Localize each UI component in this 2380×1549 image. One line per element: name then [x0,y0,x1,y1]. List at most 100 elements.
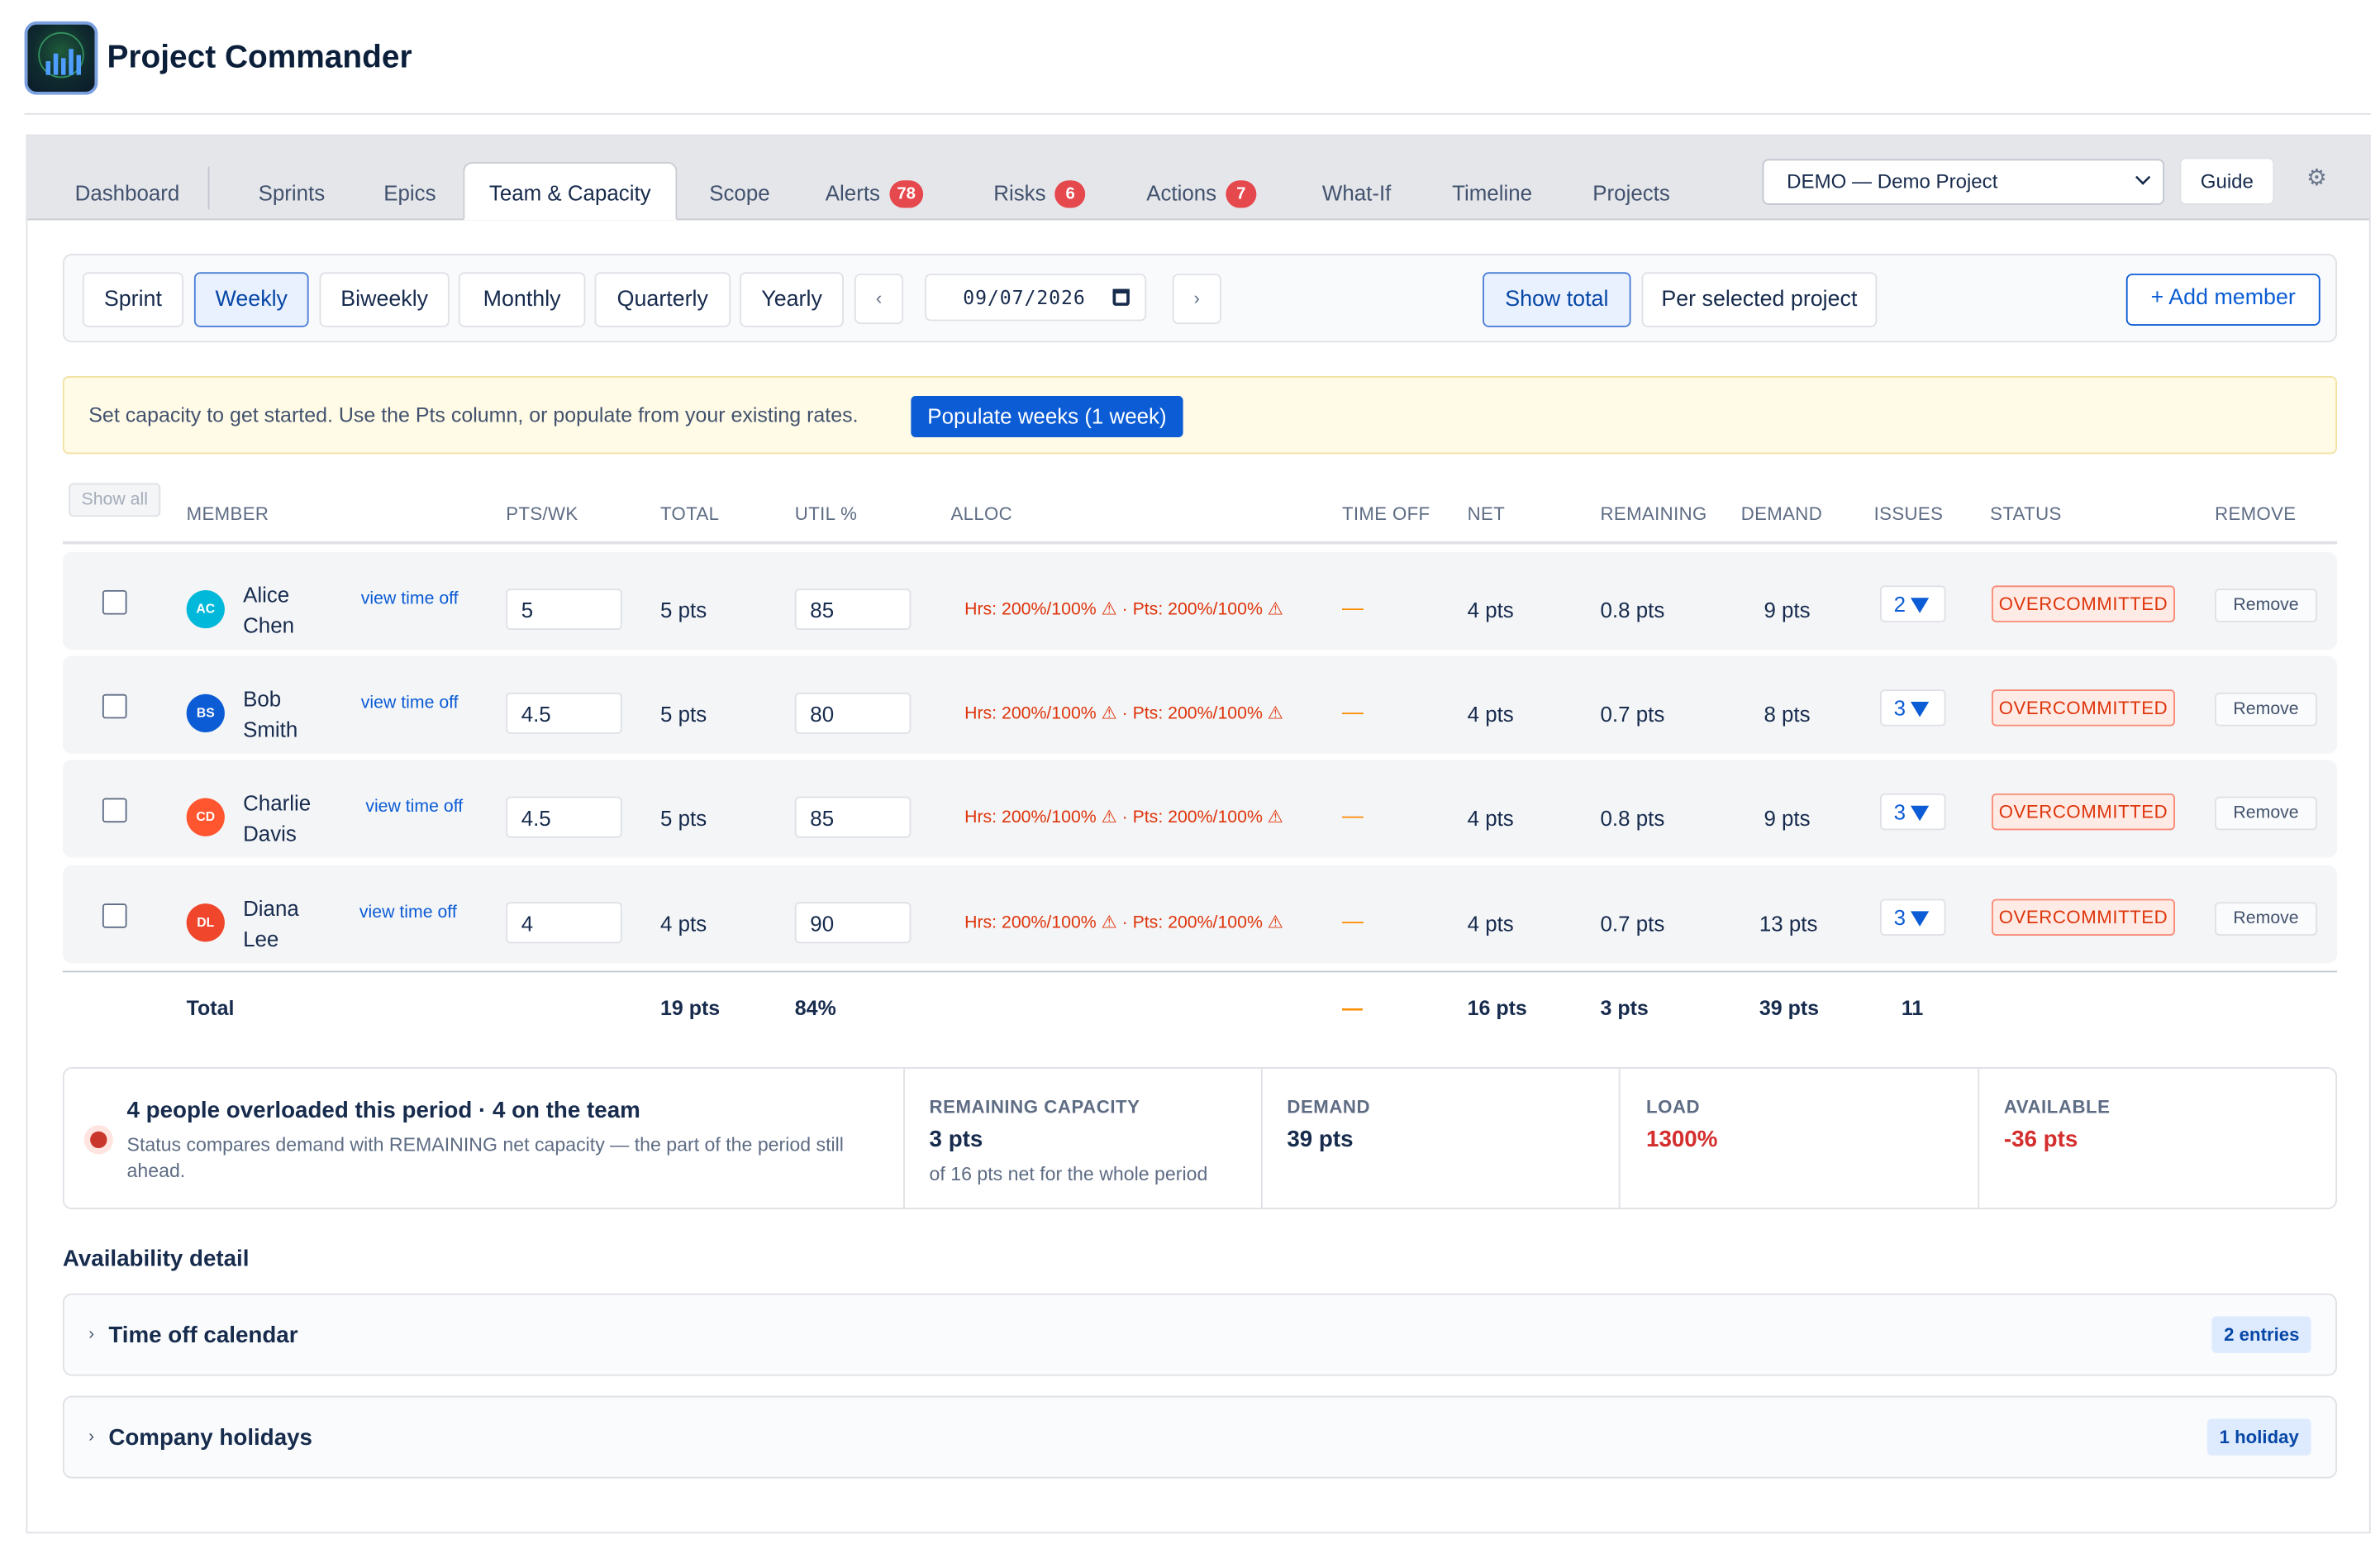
tab-epics[interactable]: Epics [383,176,436,210]
remaining-capacity-value: 3 pts [929,1127,983,1153]
holiday-count-badge: 1 holiday [2206,1418,2311,1456]
issues-dropdown[interactable]: 3 [1880,898,1946,936]
view-time-off-link[interactable]: view time off [356,691,463,716]
period-date-input[interactable]: 09/07/2026 [925,274,1147,322]
row-select-checkbox[interactable] [102,903,127,928]
col-header-issues: ISSUES [1873,503,1944,525]
tab-scope[interactable]: Scope [709,176,769,210]
app-header: Project Commander [24,21,2371,115]
show-total-button[interactable]: Show total [1483,272,1631,327]
totals-divider [62,970,2338,973]
pts-per-week-input[interactable]: 4.5 [506,692,622,734]
net-value: 4 pts [1467,911,1514,936]
col-header-status: STATUS [1990,503,2062,525]
totals-label: Total [186,996,235,1020]
period-monthly-button[interactable]: Monthly [458,272,586,327]
row-select-checkbox[interactable] [102,693,127,719]
status-dot-icon [90,1131,107,1149]
accordion-label: Time off calendar [108,1322,298,1349]
tab-risks[interactable]: Risks 6 [993,176,1086,210]
tab-dashboard[interactable]: Dashboard [75,176,180,210]
remaining-value: 0.7 pts [1600,911,1665,936]
util-input[interactable]: 85 [794,589,912,631]
pts-per-week-input[interactable]: 5 [506,589,622,631]
populate-weeks-button[interactable]: Populate weeks (1 week) [911,396,1183,437]
app-logo-icon [24,21,98,95]
gear-icon[interactable]: ⚙ [2306,166,2331,192]
app-title: Project Commander [107,40,412,75]
period-toolbar: Sprint Weekly Biweekly Monthly Quarterly… [62,254,2338,343]
col-header-demand: DEMAND [1740,503,1823,525]
remove-button[interactable]: Remove [2215,589,2317,622]
issues-dropdown[interactable]: 2 [1880,585,1946,622]
util-input[interactable]: 80 [794,692,912,734]
table-row: CD Charlie Davis view time off 4.5 5 pts … [62,760,2338,858]
tab-actions[interactable]: Actions 7 [1146,176,1257,210]
demand-value: 8 pts [1764,701,1811,727]
member-name[interactable]: Alice Chen [243,579,335,641]
time-off-calendar-accordion[interactable]: › Time off calendar 2 entries [62,1293,2338,1376]
table-row: AC Alice Chen view time off 5 5 pts 85 Hr… [62,551,2338,651]
show-all-button[interactable]: Show all [69,483,161,517]
issues-dropdown[interactable]: 3 [1880,689,1946,727]
tab-divider [207,166,210,210]
tab-what-if[interactable]: What-If [1322,176,1391,210]
view-time-off-link[interactable]: view time off [355,900,461,925]
per-selected-project-button[interactable]: Per selected project [1641,272,1878,327]
col-header-net: NET [1467,503,1506,525]
member-name[interactable]: Diana Lee [243,893,335,954]
col-header-util: UTIL % [794,503,858,525]
pts-per-week-input[interactable]: 4 [506,902,622,944]
period-yearly-button[interactable]: Yearly [740,272,844,327]
time-off-value: — [1341,698,1364,723]
totals-util: 84% [794,996,836,1020]
demand-value: 39 pts [1287,1127,1354,1153]
setup-banner: Set capacity to get started. Use the Pts… [62,376,2338,455]
totals-total: 19 pts [660,996,721,1020]
tab-timeline[interactable]: Timeline [1452,176,1532,210]
calendar-icon[interactable] [1112,288,1130,306]
issues-dropdown[interactable]: 3 [1880,793,1946,831]
view-time-off-link[interactable]: view time off [361,795,468,820]
prev-period-button[interactable]: ‹ [854,274,904,325]
period-sprint-button[interactable]: Sprint [82,272,183,327]
tab-sprints[interactable]: Sprints [259,176,326,210]
company-holidays-accordion[interactable]: › Company holidays 1 holiday [62,1395,2338,1479]
main-panel: Dashboard Sprints Epics Team & Capacity … [26,134,2371,1534]
alloc-warning: Hrs: 200%/100% ⚠ · Pts: 200%/100% ⚠ [964,600,1283,620]
total-value: 5 pts [660,805,707,831]
remove-button[interactable]: Remove [2215,902,2317,936]
demand-value: 9 pts [1764,805,1811,831]
actions-count-badge: 7 [1226,180,1257,208]
row-select-checkbox[interactable] [102,589,127,615]
tab-alerts[interactable]: Alerts 78 [826,176,924,210]
row-select-checkbox[interactable] [102,798,127,823]
remaining-value: 0.7 pts [1600,701,1665,727]
next-period-button[interactable]: › [1172,274,1221,325]
col-header-member: MEMBER [186,503,269,525]
util-input[interactable]: 85 [794,796,912,838]
risks-count-badge: 6 [1054,180,1086,208]
net-value: 4 pts [1467,805,1514,831]
entries-count-badge: 2 entries [2211,1316,2312,1353]
remove-button[interactable]: Remove [2215,692,2317,727]
remove-button[interactable]: Remove [2215,796,2317,831]
member-name[interactable]: Bob Smith [243,684,335,745]
view-time-off-link[interactable]: view time off [356,587,463,612]
tab-projects[interactable]: Projects [1592,176,1670,210]
add-member-button[interactable]: + Add member [2125,274,2320,326]
accordion-label: Company holidays [108,1424,312,1451]
util-input[interactable]: 90 [794,902,912,944]
member-name[interactable]: Charlie Davis [243,788,335,849]
tab-team-capacity[interactable]: Team & Capacity [463,162,678,221]
project-select[interactable]: DEMO — Demo Project [1762,159,2165,205]
guide-button[interactable]: Guide [2179,157,2275,205]
period-quarterly-button[interactable]: Quarterly [594,272,731,327]
pts-per-week-input[interactable]: 4.5 [506,796,622,838]
period-biweekly-button[interactable]: Biweekly [319,272,450,327]
remaining-capacity-label: REMAINING CAPACITY [929,1096,1140,1118]
alloc-warning: Hrs: 200%/100% ⚠ · Pts: 200%/100% ⚠ [964,808,1283,827]
summary-divider [903,1068,905,1208]
tab-bar: Dashboard Sprints Epics Team & Capacity … [27,136,2369,221]
period-weekly-button[interactable]: Weekly [193,272,309,327]
